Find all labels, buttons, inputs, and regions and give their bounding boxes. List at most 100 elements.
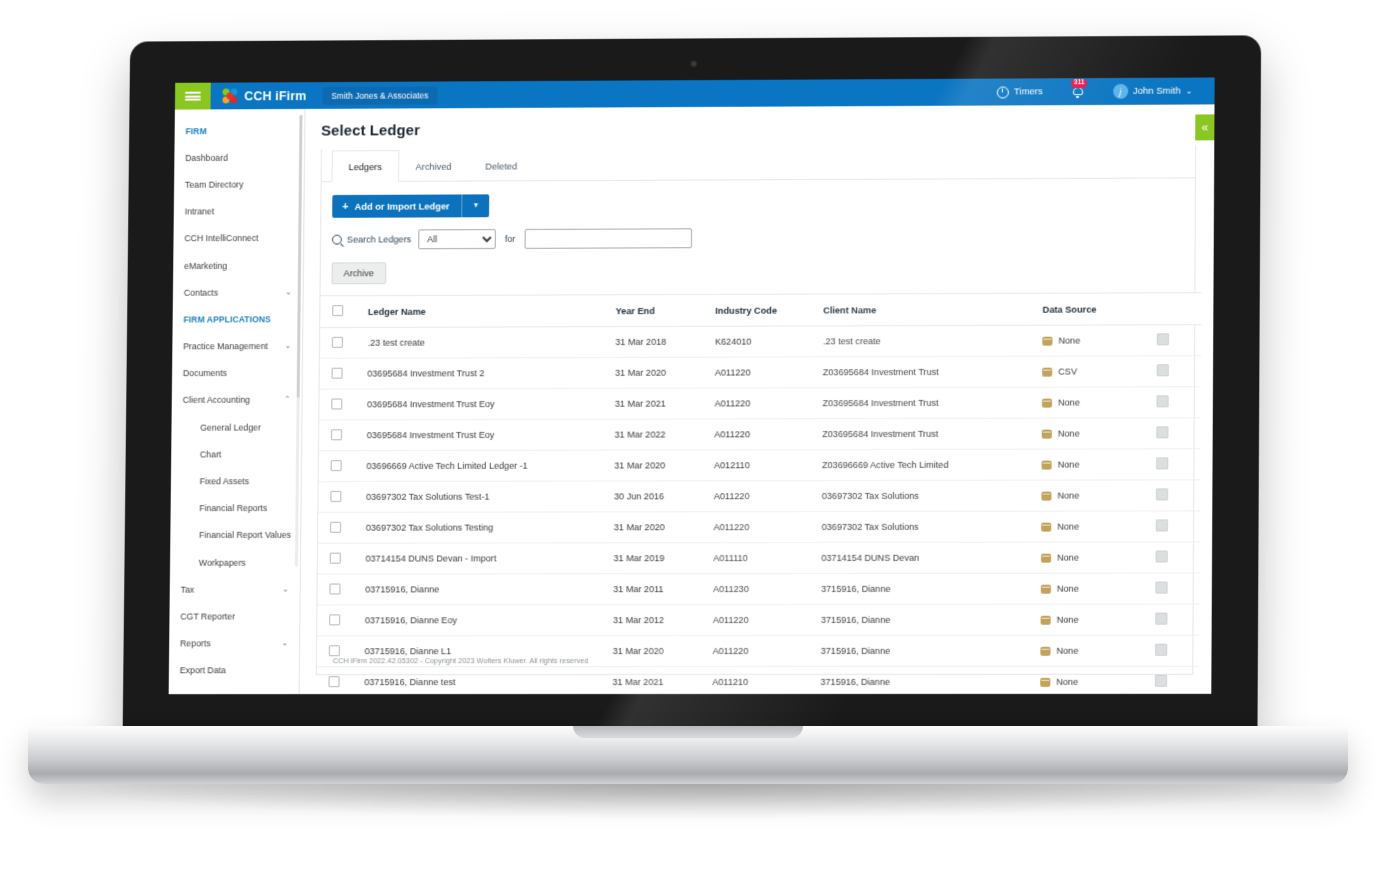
sidebar-item-intranet[interactable]: Intranet <box>174 198 304 225</box>
sidebar-item-dashboard[interactable]: Dashboard <box>174 144 304 172</box>
column-industry-code[interactable]: Industry Code <box>715 294 823 326</box>
sidebar-item-general-ledger[interactable]: General Ledger <box>171 414 301 441</box>
cell-ledger-name: 03715916, Dianne <box>365 574 613 605</box>
timers-button[interactable]: Timers <box>983 78 1057 105</box>
chevron-down-icon[interactable]: ⌄ <box>285 341 292 350</box>
row-action-button[interactable] <box>1156 457 1168 469</box>
row-checkbox[interactable] <box>332 367 343 378</box>
tab-archived[interactable]: Archived <box>399 150 469 182</box>
sidebar-item-workpapers[interactable]: Workpapers <box>170 549 300 576</box>
row-action-button[interactable] <box>1156 519 1168 531</box>
table-row[interactable]: .23 test create31 Mar 2018K624010.23 tes… <box>320 325 1201 359</box>
table-row[interactable]: 03695684 Investment Trust Eoy31 Mar 2021… <box>319 387 1201 420</box>
table-row[interactable]: 03695684 Investment Trust Eoy31 Mar 2022… <box>319 418 1201 451</box>
archive-button[interactable]: Archive <box>332 262 386 284</box>
brand-logo[interactable]: CCH iFirm <box>211 88 321 103</box>
sidebar-item-tax[interactable]: Tax⌄ <box>170 576 300 603</box>
data-source-wrapper: None <box>1041 490 1152 500</box>
row-action-button[interactable] <box>1157 364 1169 376</box>
row-action-button[interactable] <box>1157 333 1169 345</box>
row-action-button[interactable] <box>1155 675 1167 687</box>
webcam-icon <box>690 60 697 67</box>
row-checkbox[interactable] <box>330 521 341 532</box>
database-icon <box>1042 367 1052 376</box>
cell-client-name: 03697302 Tax Solutions <box>822 511 1042 542</box>
sidebar-item-cgt-reporter[interactable]: CGT Reporter <box>169 603 299 630</box>
table-row[interactable]: 03697302 Tax Solutions Test-130 Jun 2016… <box>318 480 1200 513</box>
sidebar-item-financial-report-values[interactable]: Financial Report Values <box>170 522 300 549</box>
row-action-button[interactable] <box>1155 644 1167 656</box>
select-all-checkbox[interactable] <box>332 305 343 316</box>
add-button-dropdown-caret-icon[interactable]: ▼ <box>461 194 489 217</box>
cell-data-source: None <box>1041 511 1156 542</box>
sidebar-item-contacts[interactable]: Contacts⌄ <box>173 279 303 306</box>
cell-client-name: Z03696669 Active Tech Limited <box>822 449 1042 480</box>
row-checkbox[interactable] <box>331 429 342 440</box>
sidebar-item-practice-management[interactable]: Practice Management⌄ <box>172 333 302 360</box>
sidebar-item-emarketing[interactable]: eMarketing <box>173 252 303 279</box>
row-checkbox[interactable] <box>329 645 340 656</box>
sidebar-item-label: Workpapers <box>199 557 246 567</box>
table-row[interactable]: 03697302 Tax Solutions Testing31 Mar 202… <box>318 511 1200 543</box>
cell-data-source: None <box>1042 325 1157 356</box>
cell-row-action <box>1155 604 1199 635</box>
row-action-button[interactable] <box>1156 488 1168 500</box>
chevron-down-icon[interactable]: ⌄ <box>282 584 289 593</box>
column-client-name[interactable]: Client Name <box>823 293 1043 326</box>
row-action-button[interactable] <box>1156 426 1168 438</box>
sidebar-item-label: Documents <box>183 368 227 378</box>
sidebar-item-fixed-assets[interactable]: Fixed Assets <box>171 468 301 495</box>
row-action-button[interactable] <box>1156 550 1168 562</box>
sidebar-item-client-accounting[interactable]: Client Accounting⌃ <box>172 387 302 414</box>
row-checkbox[interactable] <box>330 552 341 563</box>
row-checkbox[interactable] <box>331 398 342 409</box>
sidebar-item-documents[interactable]: Documents <box>172 360 302 387</box>
cell-data-source: CSV <box>1042 356 1157 387</box>
cell-data-source: None <box>1042 418 1157 449</box>
row-checkbox[interactable] <box>332 336 343 347</box>
chevron-up-icon[interactable]: ⌃ <box>284 395 291 404</box>
table-row[interactable]: 03695684 Investment Trust 231 Mar 2020A0… <box>320 356 1201 389</box>
sidebar-item-export-data[interactable]: Export Data <box>169 657 299 684</box>
tab-ledgers[interactable]: Ledgers <box>332 150 399 182</box>
cell-industry-code: A012110 <box>714 450 822 481</box>
data-source-label: None <box>1057 615 1079 625</box>
sidebar-item-reports[interactable]: Reports⌄ <box>169 630 299 657</box>
sidebar-item-team-directory[interactable]: Team Directory <box>174 171 304 199</box>
column-ledger-name[interactable]: Ledger Name <box>368 295 616 328</box>
collapse-panel-button[interactable]: « <box>1195 114 1214 140</box>
tab-deleted[interactable]: Deleted <box>468 149 534 181</box>
row-checkbox[interactable] <box>329 676 340 687</box>
data-source-wrapper: None <box>1041 584 1152 594</box>
data-source-wrapper: None <box>1040 677 1151 687</box>
row-action-button[interactable] <box>1157 395 1169 407</box>
table-row[interactable]: 03714154 DUNS Devan - Import31 Mar 2019A… <box>318 542 1200 574</box>
row-checkbox[interactable] <box>329 614 340 625</box>
table-row[interactable]: 03696669 Active Tech Limited Ledger -131… <box>319 449 1201 482</box>
row-checkbox[interactable] <box>329 583 340 594</box>
search-input[interactable] <box>524 228 692 249</box>
firm-context-chip[interactable]: Smith Jones & Associates <box>322 86 437 104</box>
sidebar-item-cch-intelliconnect[interactable]: CCH IntelliConnect <box>173 225 303 252</box>
chevron-down-icon[interactable]: ⌄ <box>282 639 289 648</box>
row-checkbox[interactable] <box>330 490 341 501</box>
table-row[interactable]: 03715916, Dianne Eoy31 Mar 2012A01122037… <box>317 604 1200 636</box>
notifications-button[interactable]: 311 <box>1057 78 1099 105</box>
user-menu[interactable]: j John Smith ⌄ <box>1099 78 1207 105</box>
row-action-button[interactable] <box>1155 613 1167 625</box>
chevron-down-icon[interactable]: ⌄ <box>285 287 292 296</box>
sidebar-item-financial-reports[interactable]: Financial Reports <box>170 495 300 522</box>
column-year-end[interactable]: Year End <box>615 294 715 326</box>
row-action-button[interactable] <box>1155 582 1167 594</box>
table-row[interactable]: 03715916, Dianne test31 Mar 2021A0112103… <box>316 666 1199 694</box>
sidebar-item-chart[interactable]: Chart <box>171 441 301 468</box>
row-checkbox[interactable] <box>331 460 342 471</box>
search-scope-select[interactable]: All <box>418 229 496 249</box>
table-row[interactable]: 03715916, Dianne31 Mar 2011A011230371591… <box>317 573 1199 605</box>
hamburger-menu-icon[interactable] <box>175 83 211 110</box>
column-data-source[interactable]: Data Source <box>1042 293 1157 325</box>
data-source-wrapper: None <box>1042 335 1153 345</box>
sidebar-item-label: Fixed Assets <box>200 476 250 486</box>
add-or-import-ledger-button[interactable]: + Add or Import Ledger ▼ <box>332 194 489 217</box>
cell-row-action <box>1157 325 1201 356</box>
